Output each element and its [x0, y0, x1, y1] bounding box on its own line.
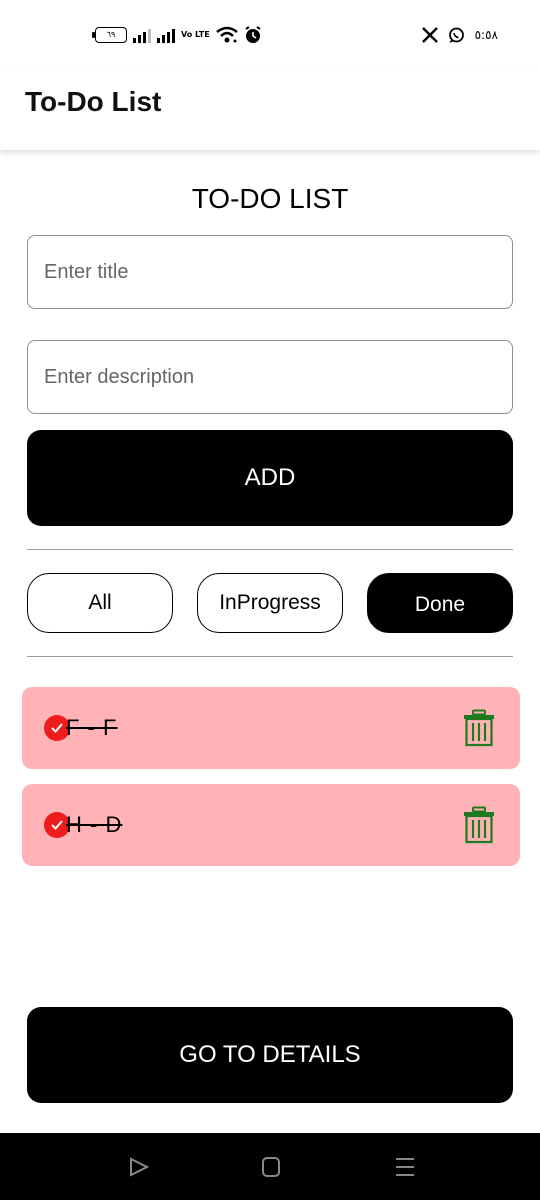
delete-icon[interactable] — [462, 709, 496, 747]
signal-icon — [133, 27, 151, 43]
volte-icon: Vo LTE — [181, 30, 210, 39]
app-bar: To-Do List — [0, 70, 540, 150]
task-text: H - D — [66, 812, 123, 837]
x-icon — [421, 27, 438, 43]
alarm-icon — [245, 26, 261, 43]
title-input[interactable] — [28, 236, 512, 308]
title-field[interactable] — [27, 235, 513, 309]
navigation-bar — [0, 1133, 540, 1200]
status-icons-left: ٦٩ Vo LTE — [92, 24, 262, 46]
task-item[interactable]: F - F — [22, 687, 520, 769]
divider — [27, 656, 513, 657]
page-heading: TO-DO LIST — [191, 183, 349, 214]
signal-icon — [157, 27, 175, 43]
battery-icon: ٦٩ — [92, 27, 127, 43]
filter-inprogress-button[interactable]: InProgress — [197, 573, 343, 633]
description-input[interactable] — [28, 341, 512, 413]
divider — [27, 549, 513, 550]
task-item[interactable]: H - D — [22, 784, 520, 866]
delete-icon[interactable] — [462, 806, 496, 844]
back-icon[interactable] — [127, 1155, 151, 1179]
go-to-details-button[interactable]: GO TO DETAILS — [27, 1007, 513, 1103]
filter-done-button[interactable]: Done — [367, 573, 513, 633]
wifi-icon — [215, 26, 238, 43]
status-bar: ٦٩ Vo LTE ٥:٥٨ — [0, 0, 540, 70]
home-icon[interactable] — [259, 1155, 283, 1179]
app-title: To-Do List — [25, 86, 162, 117]
task-text: F - F — [66, 715, 118, 740]
description-field[interactable] — [27, 340, 513, 414]
battery-level: ٦٩ — [106, 30, 116, 39]
status-time: ٥:٥٨ — [474, 28, 498, 42]
recents-icon[interactable] — [393, 1155, 417, 1179]
whatsapp-icon — [448, 27, 464, 43]
filter-all-button[interactable]: All — [27, 573, 173, 633]
status-icons-right: ٥:٥٨ — [421, 24, 498, 46]
add-button[interactable]: ADD — [27, 430, 513, 526]
